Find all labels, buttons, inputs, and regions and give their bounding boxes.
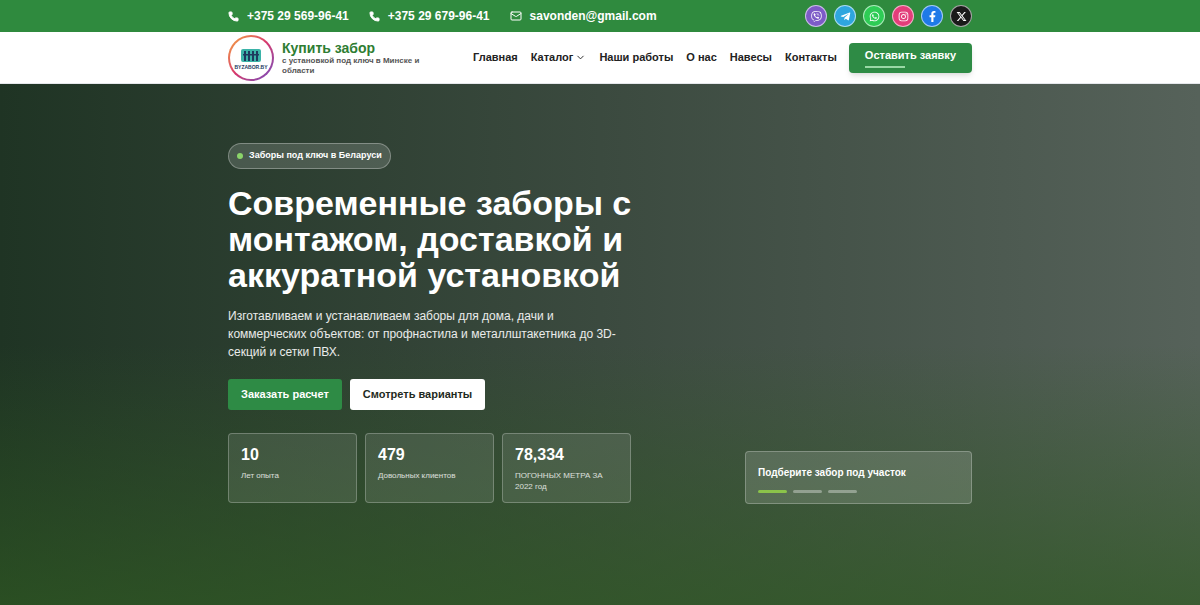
- stat-card: 10Лет опыта: [228, 433, 357, 503]
- social-button[interactable]: [805, 5, 827, 27]
- social-button[interactable]: [921, 5, 943, 27]
- logo[interactable]: BYZABOR.BY Купить заборс установкой под к…: [228, 35, 468, 81]
- hero-badge: Заборы под ключ в Беларуси: [228, 143, 391, 169]
- fence-icon: [240, 46, 262, 64]
- stat-card: 78,334ПОГОННЫХ МЕТРА ЗА 2022 год: [502, 433, 631, 503]
- slide-indicator[interactable]: [828, 490, 857, 493]
- email-link[interactable]: savonden@gmail.com: [510, 7, 657, 25]
- nav-item[interactable]: Навесы: [730, 49, 772, 66]
- social-button[interactable]: [950, 5, 972, 27]
- instagram-icon: [898, 11, 909, 22]
- top-bar: +375 29 569-96-41 +375 29 679-96-41 savond…: [0, 0, 1200, 32]
- phone-link[interactable]: +375 29 679-96-41: [369, 7, 490, 25]
- hero-title: Современные заборы с монтажом, доставкой…: [228, 185, 638, 293]
- x-icon: [956, 11, 967, 22]
- hero-description: Изготавливаем и устанавливаем заборы для…: [228, 307, 628, 361]
- slide-indicator[interactable]: [758, 490, 787, 493]
- stat-card: 479Довольных клиентов: [365, 433, 494, 503]
- hero: Заборы под ключ в Беларуси Современные за…: [0, 84, 1200, 605]
- facebook-icon: [927, 11, 938, 22]
- variants-button[interactable]: Смотреть варианты: [350, 379, 485, 410]
- nav-item[interactable]: Контакты: [785, 49, 837, 66]
- nav-item[interactable]: О нас: [686, 49, 717, 66]
- pick-fence-card[interactable]: Подберите забор под участок: [745, 451, 972, 504]
- site-title: Купить забор: [282, 40, 432, 56]
- telegram-icon: [840, 11, 851, 22]
- logo-badge: BYZABOR.BY: [228, 35, 274, 81]
- social-button[interactable]: [863, 5, 885, 27]
- request-button[interactable]: Оставить заявку: [849, 43, 972, 73]
- nav-item[interactable]: Каталог: [531, 49, 587, 66]
- phone-icon: [369, 11, 380, 22]
- social-button[interactable]: [892, 5, 914, 27]
- hero-photo: [0, 84, 1200, 605]
- header: BYZABOR.BY Купить заборс установкой под к…: [0, 32, 1200, 84]
- nav-item[interactable]: Главная: [473, 49, 518, 66]
- social-button[interactable]: [834, 5, 856, 27]
- main-nav: Главная Каталог Наши работы О нас Навесы Конт…: [473, 49, 837, 66]
- page: +375 29 569-96-41 +375 29 679-96-41 savond…: [0, 0, 1200, 605]
- whatsapp-icon: [869, 11, 880, 22]
- nav-item[interactable]: Наши работы: [599, 49, 673, 66]
- mail-icon: [510, 10, 522, 22]
- phone-link[interactable]: +375 29 569-96-41: [228, 7, 349, 25]
- site-subtitle: с установкой под ключ в Минске и области: [282, 56, 432, 76]
- chevron-down-icon: [575, 52, 586, 63]
- slide-indicator[interactable]: [793, 490, 822, 493]
- order-button[interactable]: Заказать расчет: [228, 379, 342, 410]
- phone-icon: [228, 11, 239, 22]
- viber-icon: [811, 11, 822, 22]
